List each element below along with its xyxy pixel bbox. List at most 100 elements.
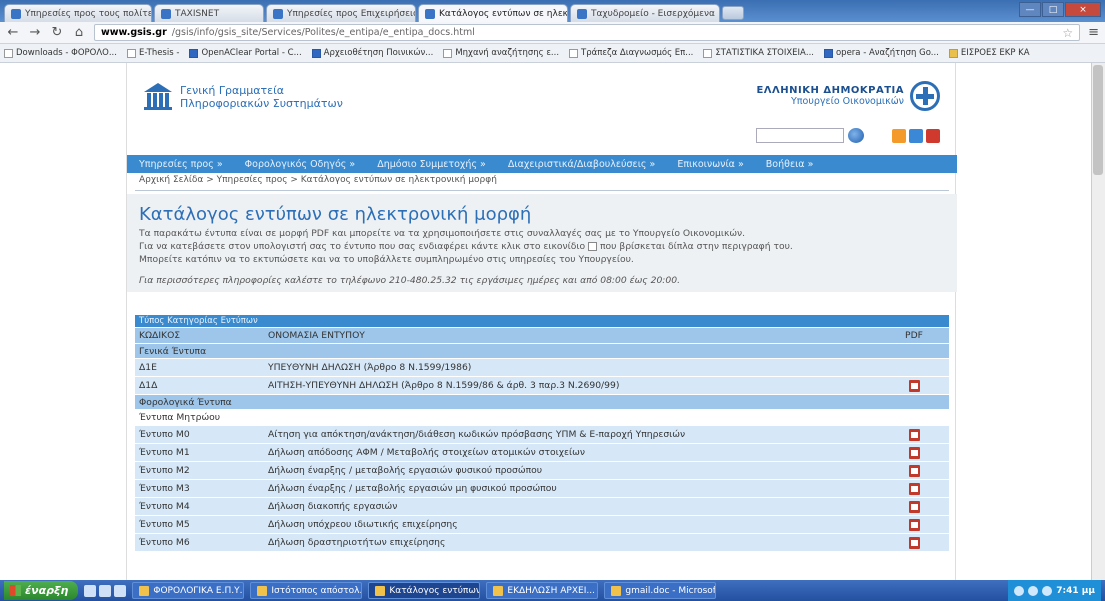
forward-icon[interactable]: → [28, 25, 42, 40]
chrome-icon[interactable] [99, 584, 112, 597]
windows-logo-icon [10, 585, 21, 596]
folder-icon [139, 585, 150, 596]
column-header-row: ΚΩΔΙΚΟΣ ΟΝΟΜΑΣΙΑ ΕΝΤΥΠΟΥ PDF [135, 328, 949, 344]
page-scrollbar[interactable] [1091, 63, 1105, 580]
network-icon[interactable] [1014, 585, 1025, 596]
chrome-icon [375, 585, 386, 596]
intro-panel: Κατάλογος εντύπων σε ηλεκτρονική μορφή Τ… [127, 194, 957, 292]
close-window-button[interactable]: × [1065, 2, 1101, 17]
reload-icon[interactable]: ↻ [50, 25, 64, 40]
intro-text: Για να κατεβάσετε στον υπολογιστή σας το… [139, 241, 793, 252]
security-icon[interactable] [1042, 585, 1053, 596]
contact-note: Για περισσότερες πληροφορίες καλέστε το … [139, 275, 681, 286]
breadcrumb[interactable]: Αρχική Σελίδα > Υπηρεσίες προς > Κατάλογ… [139, 175, 497, 185]
taskbar-item[interactable]: ΦΟΡΟΛΟΓΙΚΑ Ε.Π.Υ. [132, 582, 245, 599]
nav-item-tax-guide[interactable]: Φορολογικός Οδηγός » [245, 159, 356, 170]
bookmark-item[interactable]: ΣΤΑΤΙΣΤΙΚΑ ΣΤΟΙΧΕΙΑ... [703, 48, 814, 58]
favicon-icon [425, 8, 435, 19]
browser-tab[interactable]: Ταχυδρομείο - Εισερχόμενα× [570, 4, 720, 22]
bookmark-item[interactable]: E-Thesis - [126, 48, 179, 58]
bookmark-item[interactable]: Τράπεζα Διαγνωσμός Επ... [569, 48, 693, 58]
org-logo[interactable]: Γενική Γραμματεία Πληροφοριακών Συστημάτ… [144, 83, 343, 111]
pdf-download-icon[interactable] [908, 518, 920, 531]
volume-icon[interactable] [1028, 585, 1039, 596]
page-content: Γενική Γραμματεία Πληροφοριακών Συστημάτ… [126, 63, 957, 580]
bookmark-item[interactable]: ΕΙΣΡΟΕΣ ΕΚΡ ΚΑ [948, 48, 1030, 58]
ministry-logo[interactable]: ΕΛΛΗΝΙΚΗ ΔΗΜΟΚΡΑΤΙΑ Υπουργείο Οικονομικώ… [756, 81, 940, 111]
search-button[interactable] [848, 128, 864, 143]
search-input[interactable] [756, 128, 844, 143]
taskbar-item-active[interactable]: Κατάλογος εντύπων ... [368, 582, 481, 599]
menu-icon[interactable]: ≡ [1088, 25, 1099, 40]
org-name: Γενική Γραμματεία Πληροφοριακών Συστημάτ… [180, 84, 343, 110]
pdf-download-icon[interactable] [908, 446, 920, 459]
window-controls: — □ × [1019, 2, 1101, 17]
page-title: Κατάλογος εντύπων σε ηλεκτρονική μορφή [139, 204, 532, 225]
pdf-download-icon[interactable] [908, 379, 920, 392]
scroll-thumb[interactable] [1093, 65, 1103, 175]
nav-item-consultations[interactable]: Διαχειριστικά/Διαβουλεύσεις » [508, 159, 655, 170]
page-viewport: Γενική Γραμματεία Πληροφοριακών Συστημάτ… [0, 63, 1105, 580]
bookmarks-bar: Downloads - ΦΟΡΟΛΟ... E-Thesis - OpenACl… [0, 44, 1105, 63]
windows-taskbar: έναρξη ΦΟΡΟΛΟΓΙΚΑ Ε.Π.Υ. Ιστότοπος απόστ… [0, 580, 1105, 601]
file-icon [569, 48, 579, 58]
pdf-download-icon[interactable] [908, 500, 920, 513]
browser-toolbar: ← → ↻ ⌂ www.gsis.gr/gsis/info/gsis_site/… [0, 22, 1105, 44]
ministry-name: ΕΛΛΗΝΙΚΗ ΔΗΜΟΚΡΑΤΙΑ Υπουργείο Οικονομικώ… [756, 85, 904, 107]
taskbar-item[interactable]: Ιστότοπος απόστολ... [250, 582, 363, 599]
subgroup-header: Έντυπα Μητρώου [135, 410, 949, 426]
pdf-download-icon[interactable] [908, 482, 920, 495]
opera-icon[interactable] [114, 584, 127, 597]
nav-item-contact[interactable]: Επικοινωνία » [677, 159, 743, 170]
nav-item-help[interactable]: Βοήθεια » [766, 159, 814, 170]
bookmark-star-icon[interactable]: ☆ [1062, 26, 1073, 40]
new-tab-button[interactable] [722, 6, 744, 20]
start-button[interactable]: έναρξη [4, 581, 79, 600]
divider [135, 190, 949, 191]
rss-icon[interactable] [892, 128, 906, 143]
file-icon [4, 48, 13, 58]
forms-table: Τύπος Κατηγορίας Εντύπων ΚΩΔΙΚΟΣ ΟΝΟΜΑΣΙ… [135, 315, 949, 552]
taskbar-item[interactable]: ΕΚΔΗΛΩΣΗ ΑΡΧΕΙ... [486, 582, 599, 599]
mail-icon [577, 8, 587, 19]
blue-icon [823, 48, 833, 58]
browser-tab[interactable]: ΤΑΧΙSΝΕΤ [154, 4, 264, 22]
bookmark-item[interactable]: Downloads - ΦΟΡΟΛΟ... [4, 48, 117, 58]
minimize-button[interactable]: — [1019, 2, 1041, 17]
pdf-download-icon[interactable] [908, 536, 920, 549]
share-icon[interactable] [909, 128, 923, 143]
browser-tab-bar: Υπηρεσίες προς τους πολίτες× ΤΑΧΙSΝΕΤ Υπ… [0, 0, 1105, 22]
bookmark-item[interactable]: OpenAClear Portal - C... [189, 48, 302, 58]
pdf-download-icon[interactable] [908, 428, 920, 441]
browser-tab[interactable]: Υπηρεσίες προς Επιχειρήσεις× [266, 4, 416, 22]
address-bar[interactable]: www.gsis.gr/gsis/info/gsis_site/Services… [94, 24, 1081, 41]
home-icon[interactable]: ⌂ [72, 25, 86, 40]
social-links [892, 128, 940, 143]
table-row: Έντυπο Μ6 Δήλωση δραστηριοτήτων επιχείρη… [135, 534, 949, 552]
ie-icon[interactable] [84, 584, 97, 597]
close-tab-icon[interactable]: × [719, 9, 720, 19]
back-icon[interactable]: ← [6, 25, 20, 40]
browser-icon [257, 585, 268, 596]
file-icon [126, 48, 136, 58]
youtube-icon[interactable] [926, 128, 940, 143]
taskbar-item[interactable]: gmail.doc - Microsof... [604, 582, 717, 599]
group-header: Γενικά Έντυπα [135, 344, 949, 359]
bookmark-item[interactable]: Μηχανή αναζήτησης ε... [443, 48, 559, 58]
bookmark-item[interactable]: Αρχειοθέτηση Ποινικών... [311, 48, 433, 58]
main-nav: Υπηρεσίες προς » Φορολογικός Οδηγός » Δη… [127, 155, 957, 173]
emblem-icon [910, 81, 940, 111]
nav-item-public[interactable]: Δημόσιο Συμμετοχής » [377, 159, 486, 170]
bookmark-item[interactable]: opera - Αναζήτηση Go... [823, 48, 939, 58]
quick-launch [84, 584, 127, 597]
pdf-download-icon[interactable] [908, 464, 920, 477]
clock[interactable]: 7:41 μμ [1056, 586, 1095, 596]
nav-item-services[interactable]: Υπηρεσίες προς » [139, 159, 223, 170]
category-header: Τύπος Κατηγορίας Εντύπων [135, 315, 949, 328]
file-icon [443, 48, 453, 58]
browser-tab[interactable]: Υπηρεσίες προς τους πολίτες× [4, 4, 152, 22]
favicon-icon [161, 8, 171, 19]
table-row: Έντυπο Μ5 Δήλωση υπόχρεου ιδιωτικής επιχ… [135, 516, 949, 534]
browser-tab-active[interactable]: Κατάλογος εντύπων σε ηλεκτρονική× [418, 4, 568, 22]
maximize-button[interactable]: □ [1042, 2, 1064, 17]
